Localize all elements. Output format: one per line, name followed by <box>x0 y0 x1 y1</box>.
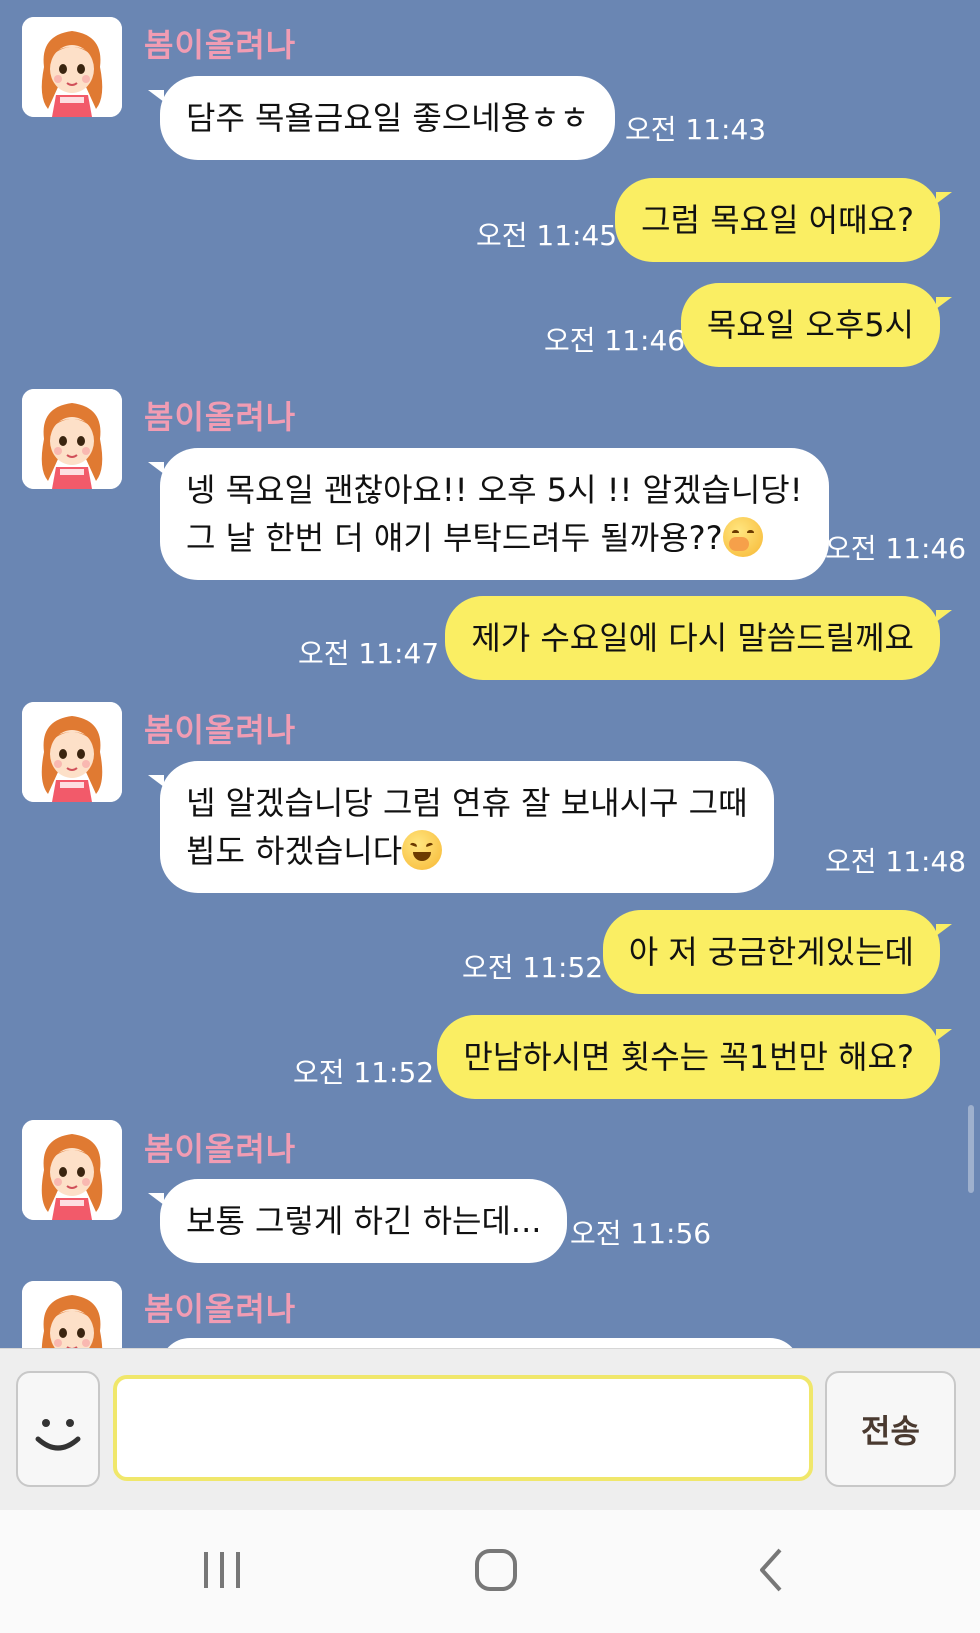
message-bubble-incoming[interactable]: 담주 목욜금요일 좋으네용ㅎㅎ <box>147 76 616 160</box>
home-button[interactable] <box>456 1540 536 1600</box>
scrollbar[interactable] <box>968 1105 974 1193</box>
emoji-button[interactable] <box>16 1371 100 1487</box>
message-time: 오전 11:52 <box>293 1056 435 1089</box>
message-time: 오전 11:47 <box>298 637 440 670</box>
back-button[interactable] <box>732 1540 812 1600</box>
message-bubble-outgoing[interactable]: 목요일 오후5시 <box>680 283 953 367</box>
message-text: 제가 수요일에 다시 말씀드릴께요 <box>471 619 914 657</box>
sender-name: 봄이올려나 <box>144 26 297 64</box>
send-button[interactable]: 전송 <box>825 1371 956 1487</box>
avatar-girl-icon <box>22 1120 122 1220</box>
grinning-squinting-face-icon <box>402 830 443 870</box>
message-time: 오전 11:45 <box>476 219 618 252</box>
avatar[interactable] <box>22 702 122 802</box>
message-bubble-outgoing[interactable]: 아 저 궁금한게있는데 <box>602 910 953 994</box>
message-text: 그 날 한번 더 얘기 부탁드려두 될까용?? <box>186 519 723 557</box>
sender-name: 봄이올려나 <box>144 1290 297 1328</box>
message-bubble-incoming[interactable]: 넹 목요일 괜찮아요!! 오후 5시 !! 알겠습니당! 그 날 한번 더 얘기… <box>148 448 829 580</box>
sender-name: 봄이올려나 <box>144 1130 297 1168</box>
input-bar: 전송 <box>0 1348 980 1510</box>
avatar-girl-icon <box>22 702 122 802</box>
message-time: 오전 11:46 <box>544 324 686 357</box>
avatar-girl-icon <box>22 17 122 117</box>
avatar[interactable] <box>22 389 122 489</box>
message-time: 오전 11:52 <box>462 951 604 984</box>
recent-apps-button[interactable] <box>182 1540 262 1600</box>
smiley-icon <box>35 1419 81 1451</box>
message-text: 그럼 목요일 어때요? <box>641 201 914 239</box>
message-time: 오전 11:56 <box>570 1217 712 1250</box>
home-icon <box>475 1549 517 1591</box>
sender-name: 봄이올려나 <box>144 398 297 436</box>
system-nav-bar <box>0 1510 980 1633</box>
message-input[interactable] <box>113 1375 813 1481</box>
message-time: 오전 11:48 <box>825 845 967 878</box>
message-time: 오전 11:43 <box>625 113 767 146</box>
avatar[interactable] <box>22 1281 122 1348</box>
chat-area[interactable]: 봄이올려나 담주 목욜금요일 좋으네용ㅎㅎ 오전 11:43 그럼 목요일 어때… <box>0 0 980 1348</box>
message-bubble-incoming[interactable] <box>160 1338 800 1348</box>
avatar[interactable] <box>22 1120 122 1220</box>
back-icon <box>760 1548 782 1592</box>
message-time: 오전 11:46 <box>825 532 967 565</box>
message-text: 아 저 궁금한게있는데 <box>628 933 914 971</box>
recent-apps-icon <box>204 1552 240 1588</box>
message-text: 보통 그렇게 하긴 하는데... <box>186 1202 542 1240</box>
avatar-girl-icon <box>22 389 122 489</box>
avatar-girl-icon <box>22 1281 122 1348</box>
message-text: 목요일 오후5시 <box>706 306 914 344</box>
message-bubble-outgoing[interactable]: 그럼 목요일 어때요? <box>615 178 952 262</box>
message-text: 뵙도 하겠습니다 <box>186 832 403 870</box>
message-text: 넹 목요일 괜찮아요!! 오후 5시 !! 알겠습니당! <box>186 471 803 509</box>
message-text: 담주 목욜금요일 좋으네용ㅎㅎ <box>186 99 590 137</box>
avatar[interactable] <box>22 17 122 117</box>
message-bubble-outgoing[interactable]: 제가 수요일에 다시 말씀드릴께요 <box>445 596 952 680</box>
message-text: 만남하시면 횟수는 꼭1번만 해요? <box>463 1038 914 1076</box>
message-bubble-incoming[interactable]: 보통 그렇게 하긴 하는데... <box>147 1179 568 1263</box>
message-text: 넵 알겠습니당 그럼 연휴 잘 보내시구 그때 <box>186 784 748 822</box>
face-with-hand-over-mouth-icon <box>722 517 763 557</box>
sender-name: 봄이올려나 <box>144 711 297 749</box>
message-bubble-outgoing[interactable]: 만남하시면 횟수는 꼭1번만 해요? <box>437 1015 952 1099</box>
message-bubble-incoming[interactable]: 넵 알겠습니당 그럼 연휴 잘 보내시구 그때 뵙도 하겠습니다 <box>148 761 774 893</box>
